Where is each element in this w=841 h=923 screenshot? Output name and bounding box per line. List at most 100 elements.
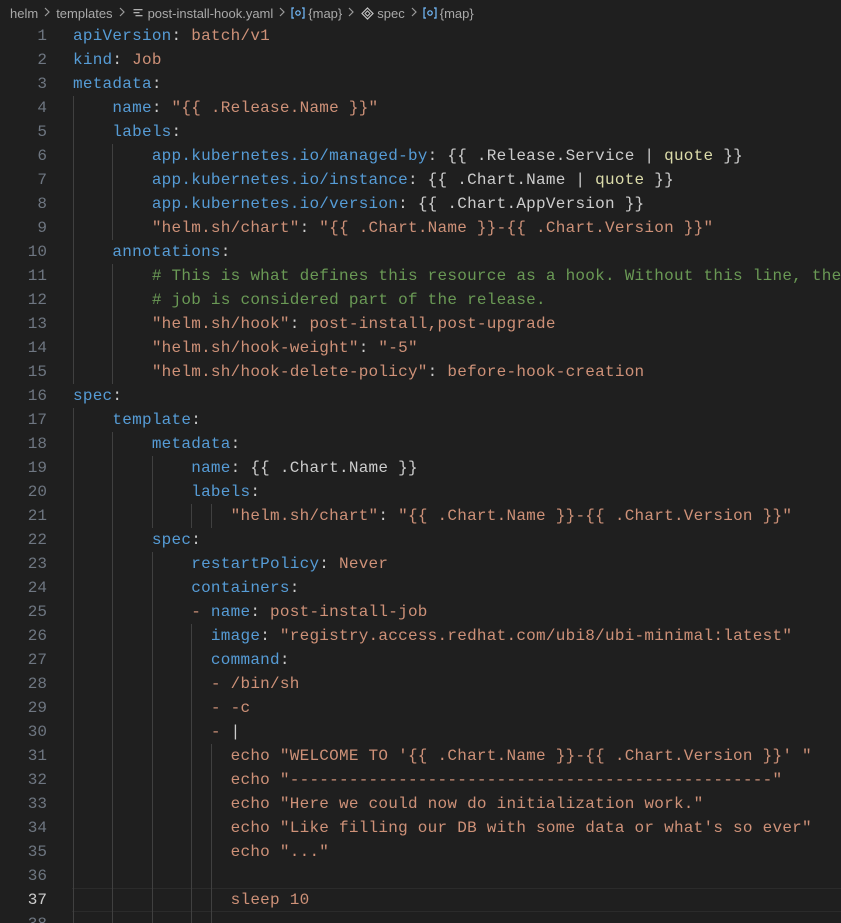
- code-token: # job is considered part of the release.: [151, 291, 546, 309]
- code-line[interactable]: 19 name: {{ .Chart.Name }}: [0, 456, 841, 480]
- code-line[interactable]: 36: [0, 864, 841, 888]
- code-line[interactable]: 26 image: "registry.access.redhat.com/ub…: [0, 624, 841, 648]
- code-line[interactable]: 14 "helm.sh/hook-weight": "-5": [0, 336, 841, 360]
- code-line[interactable]: 35 echo "...": [0, 840, 841, 864]
- code-token: :: [289, 315, 310, 333]
- breadcrumb-label: templates: [56, 5, 113, 21]
- code-line[interactable]: 22 spec:: [0, 528, 841, 552]
- breadcrumb-item[interactable]: spec: [360, 5, 405, 21]
- code-line[interactable]: 1 apiVersion: batch/v1: [0, 24, 841, 48]
- code-token: "helm.sh/hook-delete-policy": [151, 363, 428, 381]
- line-number: 31: [27, 747, 47, 765]
- chevron-right-icon: [43, 6, 51, 20]
- code-text: # job is considered part of the release.: [73, 291, 546, 309]
- breadcrumb-label: spec: [377, 5, 405, 21]
- code-line[interactable]: 37 sleep 10: [0, 888, 841, 912]
- code-token: # This is what defines this resource as …: [151, 267, 841, 285]
- code-line[interactable]: 29 - -c: [0, 696, 841, 720]
- breadcrumb-label: {map}: [439, 5, 474, 21]
- code-token: echo "Here we could now do initializatio…: [230, 795, 704, 813]
- code-line[interactable]: 8 app.kubernetes.io/version: {{ .Chart.A…: [0, 192, 841, 216]
- code-text: - name: post-install-job: [73, 603, 428, 621]
- code-line[interactable]: 13 "helm.sh/hook": post-install,post-upg…: [0, 312, 841, 336]
- code-area[interactable]: 1 apiVersion: batch/v1 2 kind: Job 3 metadata…: [0, 24, 841, 923]
- code-line[interactable]: 38: [0, 912, 841, 923]
- code-token: "-5": [378, 339, 418, 357]
- code-token: :: [299, 219, 320, 237]
- code-token: :: [260, 627, 280, 645]
- code-line[interactable]: 2 kind: Job: [0, 48, 841, 72]
- breadcrumb-item[interactable]: post-install-hook.yaml: [131, 6, 273, 21]
- line-number: 11: [27, 267, 47, 285]
- line-number: 4: [37, 99, 47, 117]
- breadcrumb-item[interactable]: templates: [56, 6, 112, 21]
- code-line[interactable]: 34 echo "Like filling our DB with some d…: [0, 816, 841, 840]
- code-editor[interactable]: helm templates post-install-hook.yaml {map}…: [0, 0, 841, 923]
- breadcrumb-label: helm: [10, 5, 39, 21]
- code-line[interactable]: 30 - |: [0, 720, 841, 744]
- code-token: Never: [339, 555, 389, 573]
- code-token: kind: [73, 51, 113, 69]
- code-text: labels:: [73, 123, 181, 141]
- code-token: "helm.sh/hook": [151, 315, 290, 333]
- code-token: app.kubernetes.io/managed-by: [151, 147, 428, 165]
- breadcrumb-label: {map}: [308, 5, 343, 21]
- line-number: 20: [27, 483, 47, 501]
- code-token: "{{ .Chart.Name }}-{{ .Chart.Version }}": [398, 507, 793, 525]
- code-line[interactable]: 3 metadata:: [0, 72, 841, 96]
- code-line[interactable]: 21 "helm.sh/chart": "{{ .Chart.Name }}-{…: [0, 504, 841, 528]
- code-line[interactable]: 28 - /bin/sh: [0, 672, 841, 696]
- indent-guide: [151, 456, 153, 528]
- code-token: metadata: [151, 435, 231, 453]
- code-token: "{{ .Release.Name }}": [171, 99, 379, 117]
- code-line[interactable]: 12 # job is considered part of the relea…: [0, 288, 841, 312]
- code-line[interactable]: 7 app.kubernetes.io/instance: {{ .Chart.…: [0, 168, 841, 192]
- code-token: :: [112, 387, 123, 405]
- indent-guide: [73, 408, 74, 923]
- breadcrumb-item[interactable]: {map}: [423, 6, 474, 21]
- code-line[interactable]: 33 echo "Here we could now do initializa…: [0, 792, 841, 816]
- code-token: : {{ .Release.Service |: [427, 147, 665, 165]
- code-token: labels: [112, 123, 172, 141]
- code-token: :: [250, 603, 271, 621]
- code-token: command: [210, 651, 280, 669]
- code-line[interactable]: 20 labels:: [0, 480, 841, 504]
- code-line[interactable]: 16 spec:: [0, 384, 841, 408]
- indent-guide: [210, 744, 212, 923]
- code-line[interactable]: 31 echo "WELCOME TO '{{ .Chart.Name }}-{…: [0, 744, 841, 768]
- code-line[interactable]: 11 # This is what defines this resource …: [0, 264, 841, 288]
- code-text: app.kubernetes.io/instance: {{ .Chart.Na…: [73, 171, 674, 189]
- code-line[interactable]: 4 name: "{{ .Release.Name }}": [0, 96, 841, 120]
- code-text: name: "{{ .Release.Name }}": [73, 99, 378, 117]
- breadcrumb-item[interactable]: helm: [10, 6, 38, 21]
- code-line[interactable]: 10 annotations:: [0, 240, 841, 264]
- code-token: :: [279, 651, 290, 669]
- code-line[interactable]: 15 "helm.sh/hook-delete-policy": before-…: [0, 360, 841, 384]
- code-text: kind: Job: [73, 51, 162, 69]
- code-line[interactable]: 24 containers:: [0, 576, 841, 600]
- code-token: image: [210, 627, 261, 645]
- code-line[interactable]: 32 echo "-------------------------------…: [0, 768, 841, 792]
- code-token: post-install,post-upgrade: [309, 315, 556, 333]
- code-text: echo "Like filling our DB with some data…: [73, 819, 812, 837]
- code-text: apiVersion: batch/v1: [73, 27, 270, 45]
- code-line[interactable]: 27 command:: [0, 648, 841, 672]
- code-line[interactable]: 25 - name: post-install-job: [0, 600, 841, 624]
- code-line[interactable]: 9 "helm.sh/chart": "{{ .Chart.Name }}-{{…: [0, 216, 841, 240]
- line-number: 30: [27, 723, 47, 741]
- code-line[interactable]: 23 restartPolicy: Never: [0, 552, 841, 576]
- code-line[interactable]: 5 labels:: [0, 120, 841, 144]
- line-number: 36: [27, 867, 47, 885]
- code-line[interactable]: 18 metadata:: [0, 432, 841, 456]
- code-text: template:: [73, 411, 201, 429]
- code-line[interactable]: 6 app.kubernetes.io/managed-by: {{ .Rele…: [0, 144, 841, 168]
- chevron-right-icon: [278, 6, 286, 20]
- code-text: app.kubernetes.io/managed-by: {{ .Releas…: [73, 147, 743, 165]
- line-number: 24: [27, 579, 47, 597]
- line-number: 7: [37, 171, 47, 189]
- breadcrumb-item[interactable]: {map}: [291, 6, 342, 21]
- code-line[interactable]: 17 template:: [0, 408, 841, 432]
